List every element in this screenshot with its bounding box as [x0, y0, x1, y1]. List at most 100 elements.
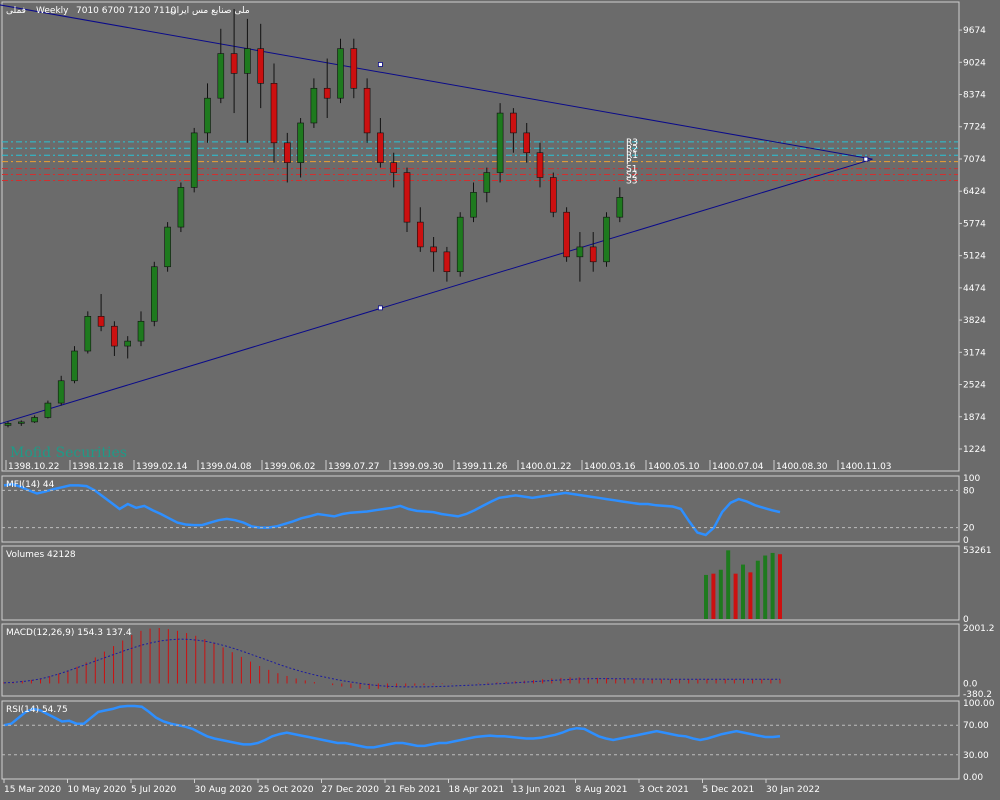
price-tick-label: 9674 [963, 26, 986, 36]
candle-body[interactable] [71, 350, 78, 382]
macd-label: MACD(12,26,9) 154.3 137.4 [6, 628, 132, 638]
price-tick-label: 3824 [963, 316, 986, 326]
candle-body[interactable] [297, 122, 304, 163]
date-label-top: 1399.02.14 [136, 462, 188, 472]
candle-body[interactable] [603, 216, 610, 263]
triangle-upper-handle[interactable] [377, 62, 383, 67]
candle-body[interactable] [97, 316, 105, 327]
header-ohlc: 7010 6700 7120 7110 [76, 6, 176, 16]
date-label-top: 1399.07.27 [328, 462, 380, 472]
mfi-panel[interactable] [1, 475, 960, 543]
price-tick-label: 1224 [963, 445, 986, 455]
candle-body[interactable] [124, 340, 131, 347]
date-label-top: 1399.06.02 [264, 462, 316, 472]
volume-bar [704, 574, 708, 619]
candle-body[interactable] [217, 53, 225, 99]
candle-body[interactable] [483, 172, 491, 193]
price-tick-label: 6424 [963, 187, 986, 197]
watermark: Mofid Securities [10, 445, 127, 461]
candle-body[interactable] [257, 48, 265, 84]
candle-body[interactable] [44, 402, 52, 418]
date-label-bottom: 5 Jul 2020 [131, 785, 176, 795]
candle-body[interactable] [31, 417, 38, 423]
candle-body[interactable] [496, 112, 504, 173]
candle-body[interactable] [377, 132, 384, 163]
triangle-upper-line[interactable] [0, 4, 873, 160]
candle-body[interactable] [164, 226, 171, 268]
candle-body[interactable] [390, 162, 398, 173]
mfi-label: MFI(14) 44 [6, 480, 55, 490]
rsi-panel[interactable] [1, 700, 960, 780]
candle-body[interactable] [470, 192, 477, 218]
volume-bar [755, 560, 760, 619]
date-label-bottom: 30 Aug 2020 [195, 785, 253, 795]
date-label-bottom: 21 Feb 2021 [385, 785, 441, 795]
candle-body[interactable] [244, 48, 251, 74]
header-symbol: فملی [6, 6, 26, 16]
candle-body[interactable] [137, 320, 145, 342]
candle-body[interactable] [4, 423, 12, 426]
candle-body[interactable] [177, 187, 185, 228]
rsi-tick-label: 100.00 [963, 699, 995, 709]
triangle-lower-handle[interactable] [377, 305, 383, 311]
candle-body[interactable] [510, 112, 517, 134]
candle-body[interactable] [616, 197, 624, 218]
header-timeframe: Weekly [36, 6, 69, 16]
candle-body[interactable] [363, 87, 371, 134]
candle-body[interactable] [283, 142, 291, 163]
main-panel[interactable] [1, 1, 960, 472]
volume-bar [748, 572, 753, 619]
candle-body[interactable] [416, 221, 424, 248]
candle-body[interactable] [111, 325, 118, 347]
candle-body[interactable] [536, 152, 544, 178]
volumes-panel[interactable] [1, 545, 960, 621]
price-tick-label: 1874 [963, 413, 986, 423]
price-tick-label: 2524 [963, 381, 986, 391]
candle-body[interactable] [204, 97, 211, 134]
candle-body[interactable] [151, 266, 158, 322]
candle-body[interactable] [430, 246, 437, 253]
candle-body[interactable] [84, 316, 92, 352]
candle-body[interactable] [456, 216, 464, 273]
candle-body[interactable] [589, 246, 597, 263]
candle-body[interactable] [270, 83, 278, 144]
candle-body[interactable] [549, 177, 557, 213]
mfi-tick-label: 20 [963, 524, 975, 534]
date-label-top: 1399.04.08 [200, 462, 252, 472]
date-label-top: 1400.03.16 [584, 462, 636, 472]
price-tick-label: 8374 [963, 91, 986, 101]
date-label-top: 1400.01.22 [520, 462, 572, 472]
date-label-bottom: 5 Dec 2021 [703, 785, 755, 795]
candle-body[interactable] [190, 132, 198, 188]
candle-body[interactable] [350, 48, 358, 89]
candle-body[interactable] [403, 172, 411, 223]
date-label-top: 1398.12.18 [72, 462, 124, 472]
candle-body[interactable] [523, 132, 531, 154]
date-label-bottom: 30 Jan 2022 [766, 785, 820, 795]
volume-bar [770, 552, 775, 619]
header-company: ملی صنایع مس ایران [170, 6, 250, 16]
candle-body[interactable] [563, 211, 570, 258]
rsi-tick-label: 70.00 [963, 721, 989, 731]
candle-body[interactable] [323, 87, 331, 99]
date-label-top: 1398.10.22 [8, 462, 60, 472]
rsi-tick-label: 0.00 [963, 773, 983, 783]
rsi-tick-label: 30.00 [963, 751, 989, 761]
candle-body[interactable] [230, 53, 238, 74]
trading-chart[interactable]: R3R2R1PS1S2S3 96749024837477247074642457… [0, 0, 1000, 800]
candle-body[interactable] [57, 380, 65, 404]
volume-bar [778, 554, 782, 619]
triangle-apex-handle[interactable] [863, 156, 869, 162]
candle-body[interactable] [443, 251, 451, 273]
volume-bar [711, 573, 716, 619]
candle-body[interactable] [17, 421, 25, 424]
volume-bar [733, 573, 738, 619]
price-tick-label: 9024 [963, 58, 986, 68]
candle-body[interactable] [576, 246, 584, 258]
candle-body[interactable] [310, 87, 318, 124]
triangle-lower-line[interactable] [0, 158, 873, 425]
candle-body[interactable] [337, 48, 344, 99]
rsi-label: RSI(14) 54.75 [6, 705, 68, 715]
volume-bar [726, 550, 731, 619]
volume-tick-label: 53261 [963, 546, 992, 556]
